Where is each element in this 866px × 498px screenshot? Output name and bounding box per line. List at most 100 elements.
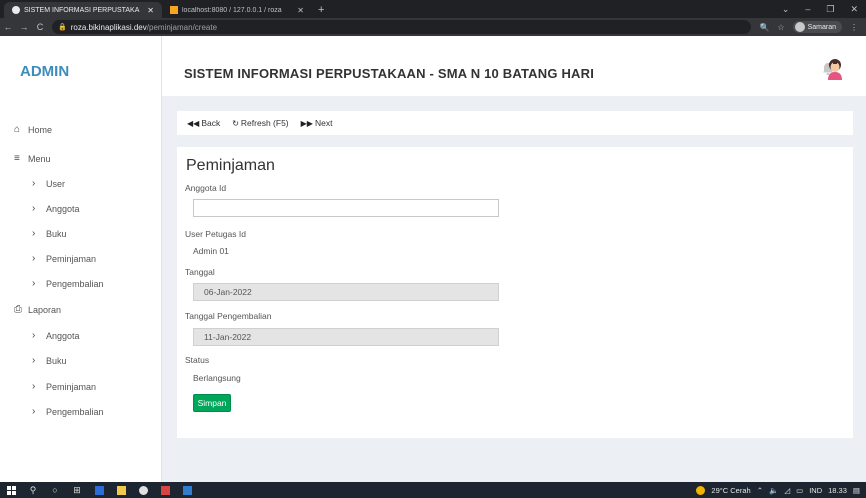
profile-avatar-icon	[794, 22, 805, 32]
sidebar-item-label: Laporan	[28, 304, 62, 315]
sidebar-item-anggota[interactable]: › Anggota	[32, 203, 80, 214]
sidebar-item-laporan-anggota[interactable]: › Anggota	[32, 330, 80, 341]
home-icon: ⌂	[14, 124, 21, 135]
windows-start-icon[interactable]	[0, 485, 22, 495]
chevron-right-icon: ›	[32, 178, 36, 189]
url-host: roza.bikinaplikasi.dev	[70, 22, 147, 32]
brand-panel: ADMIN	[0, 36, 162, 96]
next-label: Next	[314, 118, 333, 128]
page-title: SISTEM INFORMASI PERPUSTAKAAN - SMA N 10…	[184, 66, 595, 81]
profile-button[interactable]: Samaran	[792, 21, 842, 33]
battery-icon[interactable]: ▭	[796, 486, 803, 495]
minimize-button[interactable]: –	[805, 4, 810, 14]
vscode-app-icon[interactable]	[176, 485, 198, 495]
sidebar-item-label: Home	[28, 124, 53, 135]
save-button[interactable]: Simpan	[193, 394, 231, 412]
restore-button[interactable]: ❐	[826, 4, 834, 15]
sidebar-item-label: Buku	[46, 355, 67, 366]
url-input[interactable]: 🔒 roza.bikinaplikasi.dev /peminjaman/cre…	[52, 20, 752, 34]
weather-text[interactable]: 29°C Cerah	[711, 486, 750, 495]
chevron-right-icon: ›	[32, 228, 36, 239]
windows-taskbar: ⚲ ○ ⊞ 29°C Cerah ⌃ 🔈 ◿ ▭ IND 18.33 ▤	[0, 482, 866, 498]
red-app-icon[interactable]	[154, 485, 176, 495]
profile-name: Samaran	[807, 23, 836, 31]
close-window-button[interactable]: ✕	[850, 4, 858, 15]
sidebar-item-buku[interactable]: › Buku	[32, 228, 67, 239]
language-indicator[interactable]: IND	[809, 486, 822, 495]
sidebar-item-label: Anggota	[46, 203, 80, 214]
user-petugas-id-value: Admin 01	[193, 246, 229, 256]
clock[interactable]: 18.33	[828, 486, 847, 495]
chrome-app-icon[interactable]	[132, 485, 154, 495]
search-icon[interactable]: ⚲	[22, 485, 44, 496]
sidebar-item-label: Buku	[46, 228, 67, 239]
refresh-button[interactable]: ↻ Refresh (F5)	[232, 118, 288, 128]
bookmark-star-icon[interactable]: ☆	[777, 23, 784, 32]
cortana-icon[interactable]: ○	[44, 485, 66, 495]
brand-logo[interactable]: ADMIN	[20, 63, 69, 80]
sidebar-item-label: Anggota	[46, 330, 80, 341]
browser-tabbar: SISTEM INFORMASI PERPUSTAKA ✕ localhost:…	[0, 0, 866, 18]
chevron-right-icon: ›	[32, 330, 36, 341]
chevron-right-icon: ›	[32, 406, 36, 417]
task-view-icon[interactable]: ⊞	[66, 485, 88, 496]
system-tray: 29°C Cerah ⌃ 🔈 ◿ ▭ IND 18.33 ▤	[696, 482, 860, 498]
word-app-icon[interactable]	[88, 485, 110, 495]
chevron-right-icon: ›	[32, 203, 36, 214]
sidebar-item-laporan-buku[interactable]: › Buku	[32, 355, 67, 366]
sidebar-item-label: User	[46, 178, 66, 189]
network-icon[interactable]: ◿	[784, 486, 790, 495]
tray-chevron-icon[interactable]: ⌃	[757, 486, 763, 495]
status-label: Status	[185, 355, 210, 365]
sidebar-item-label: Menu	[28, 153, 51, 164]
phpmyadmin-favicon-icon	[170, 6, 178, 14]
tab-close-icon[interactable]: ✕	[147, 6, 154, 15]
lock-icon: 🔒	[58, 24, 67, 31]
reload-icon[interactable]: C	[32, 22, 48, 32]
weather-sun-icon	[696, 485, 706, 495]
sidebar-item-label: Pengembalian	[46, 406, 104, 417]
form-heading: Peminjaman	[186, 157, 275, 174]
url-path: /peminjaman/create	[146, 22, 218, 32]
tab-close-icon[interactable]: ✕	[297, 6, 304, 15]
volume-icon[interactable]: 🔈	[769, 486, 778, 495]
sidebar-item-home[interactable]: ⌂ Home	[14, 124, 52, 135]
sidebar-item-user[interactable]: › User	[32, 178, 65, 189]
tab-title: SISTEM INFORMASI PERPUSTAKA	[24, 6, 140, 14]
file-explorer-icon[interactable]	[110, 485, 132, 495]
top-header: SISTEM INFORMASI PERPUSTAKAAN - SMA N 10…	[162, 36, 866, 96]
new-tab-button[interactable]: +	[312, 2, 330, 18]
sidebar-item-laporan-pengembalian[interactable]: › Pengembalian	[32, 406, 104, 417]
sidebar-item-menu[interactable]: ≡ Menu	[14, 153, 51, 164]
next-button[interactable]: ▶▶ Next	[301, 118, 333, 128]
browser-tab-phpmyadmin[interactable]: localhost:8080 / 127.0.0.1 / roza ✕	[162, 2, 312, 18]
sidebar-item-laporan-peminjaman[interactable]: › Peminjaman	[32, 381, 96, 392]
list-icon: ≡	[14, 153, 20, 164]
tab-search-icon[interactable]: ⌄	[782, 4, 790, 15]
back-button[interactable]: ◀◀ Back	[187, 118, 220, 128]
notification-icon[interactable]: ▤	[853, 486, 860, 495]
chevron-right-icon: ›	[32, 278, 36, 289]
menu-kebab-icon[interactable]: ⋮	[850, 23, 858, 32]
sidebar-item-label: Peminjaman	[46, 381, 97, 392]
action-toolbar: ◀◀ Back ↻ Refresh (F5) ▶▶ Next	[177, 111, 853, 135]
anggota-id-input[interactable]	[193, 199, 499, 217]
sidebar-item-label: Peminjaman	[46, 253, 97, 264]
fast-forward-icon: ▶▶	[300, 118, 313, 128]
sidebar-item-laporan[interactable]: ⎙ Laporan	[14, 304, 61, 315]
sidebar-item-peminjaman[interactable]: › Peminjaman	[32, 253, 96, 264]
zoom-icon[interactable]: 🔍	[759, 23, 769, 32]
tanggal-field: 06-Jan-2022	[193, 283, 499, 301]
print-icon: ⎙	[14, 304, 22, 315]
sidebar-item-pengembalian[interactable]: › Pengembalian	[32, 278, 104, 289]
tanggal-pengembalian-label: Tanggal Pengembalian	[185, 311, 272, 321]
tab-title: localhost:8080 / 127.0.0.1 / roza	[182, 6, 282, 14]
forward-arrow-icon[interactable]: →	[16, 22, 32, 32]
status-value: Berlangsung	[193, 373, 241, 383]
browser-tab-active[interactable]: SISTEM INFORMASI PERPUSTAKA ✕	[4, 2, 162, 18]
rewind-icon: ◀◀	[187, 118, 200, 128]
anggota-id-label: Anggota Id	[185, 183, 227, 193]
user-petugas-id-label: User Petugas Id	[185, 229, 246, 239]
back-arrow-icon[interactable]: ←	[0, 22, 16, 32]
user-avatar-icon[interactable]	[826, 58, 844, 80]
